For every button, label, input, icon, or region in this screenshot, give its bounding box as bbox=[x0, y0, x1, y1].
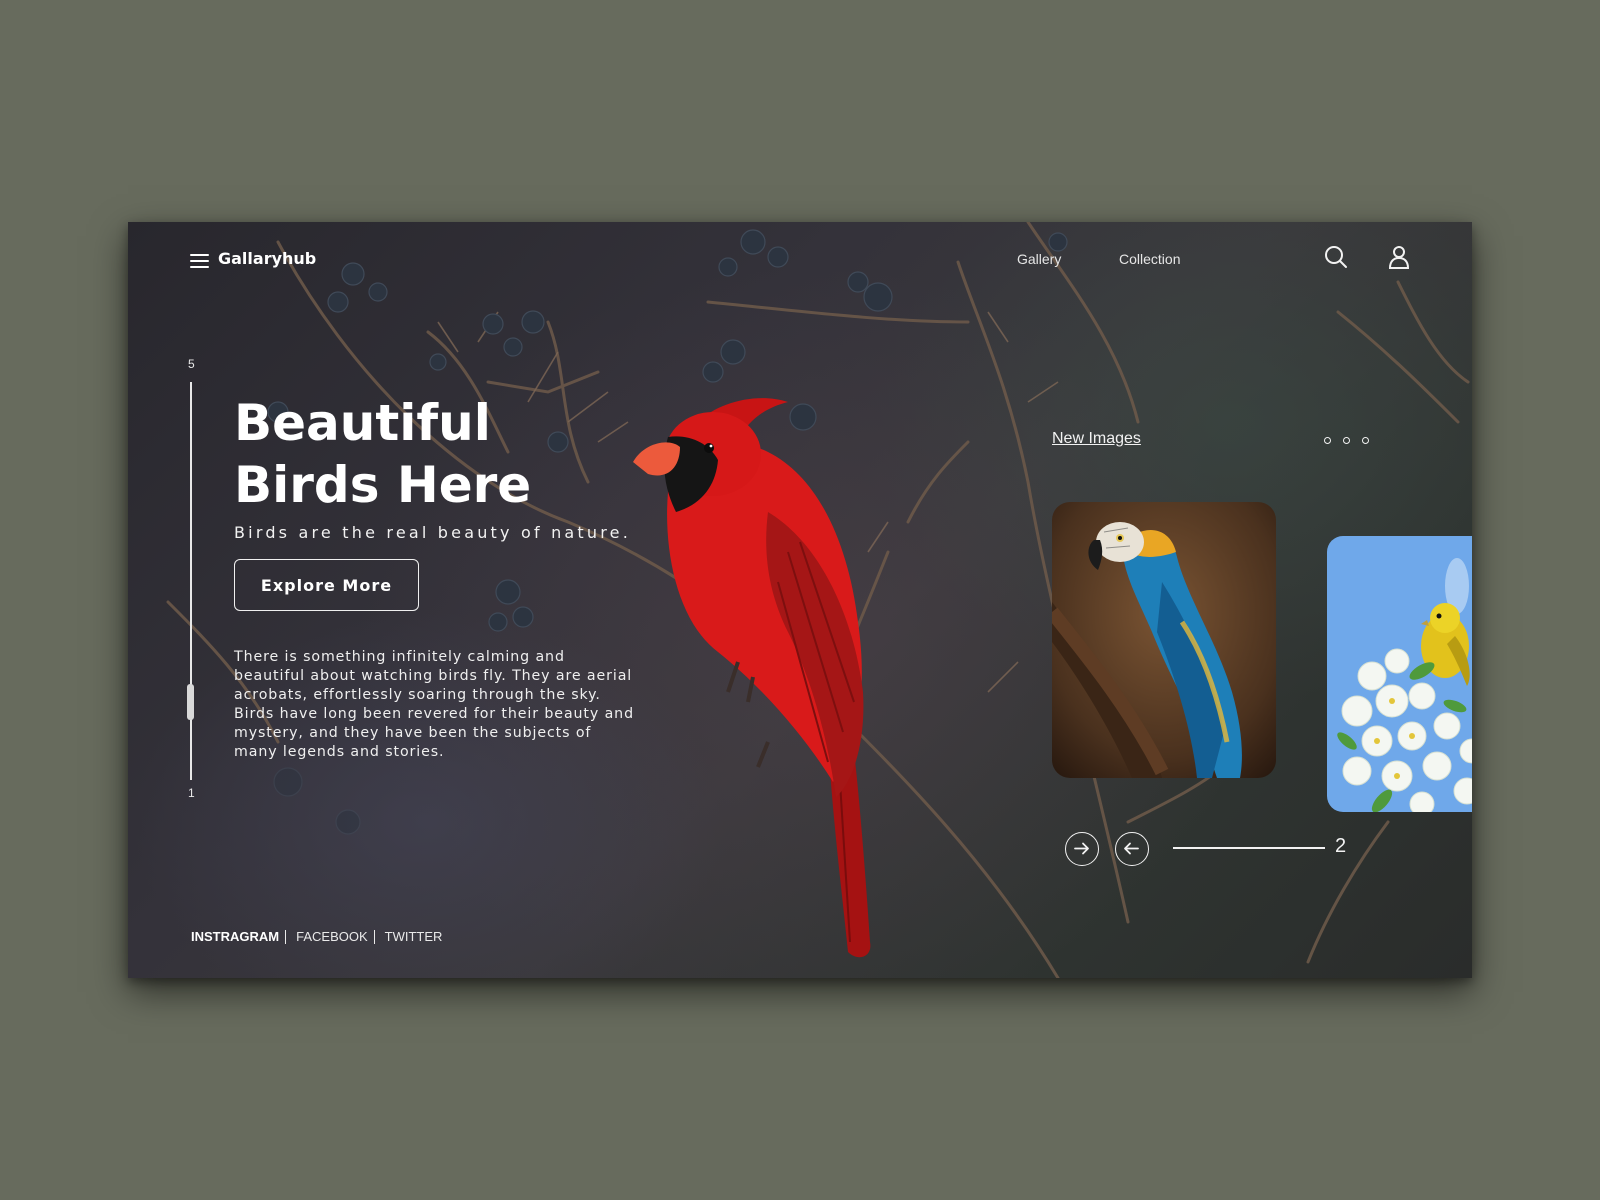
user-icon[interactable] bbox=[1386, 244, 1412, 270]
hero-title: Beautiful Birds Here bbox=[234, 392, 754, 516]
brand-logo[interactable]: Gallaryhub bbox=[218, 249, 316, 268]
search-icon[interactable] bbox=[1323, 244, 1349, 270]
gallery-card-yellow-bird[interactable] bbox=[1327, 536, 1472, 812]
nav-link-gallery[interactable]: Gallery bbox=[1017, 251, 1061, 267]
menu-line bbox=[190, 254, 209, 256]
hero-subtitle: Birds are the real beauty of nature. bbox=[234, 523, 632, 542]
dot bbox=[1343, 437, 1350, 444]
social-link-facebook[interactable]: FACEBOOK bbox=[296, 929, 368, 944]
explore-more-button[interactable]: Explore More bbox=[234, 559, 419, 611]
dot bbox=[1362, 437, 1369, 444]
hero-title-line: Beautiful bbox=[234, 394, 491, 452]
social-links: INSTRAGRAM FACEBOOK TWITTER bbox=[191, 929, 442, 944]
menu-line bbox=[190, 260, 209, 262]
divider bbox=[285, 929, 287, 944]
vertical-slider-track[interactable] bbox=[190, 382, 192, 780]
hero-description: There is something infinitely calming an… bbox=[234, 649, 634, 760]
slider-top-label: 5 bbox=[188, 357, 195, 371]
pager-number: 2 bbox=[1335, 835, 1347, 857]
pager-progress-line bbox=[1173, 847, 1325, 849]
vertical-slider-thumb[interactable] bbox=[187, 684, 194, 720]
slider-bottom-label: 1 bbox=[188, 786, 195, 800]
more-options-icon[interactable] bbox=[1324, 437, 1369, 444]
hero-title-line: Birds Here bbox=[234, 456, 532, 514]
hamburger-icon[interactable] bbox=[190, 254, 209, 268]
menu-line bbox=[190, 266, 209, 268]
nav-link-collection[interactable]: Collection bbox=[1119, 251, 1180, 267]
dot bbox=[1324, 437, 1331, 444]
social-link-instagram[interactable]: INSTRAGRAM bbox=[191, 929, 279, 944]
divider bbox=[373, 929, 375, 944]
hero-frame: Gallaryhub Gallery Collection 5 1 Beauti… bbox=[128, 222, 1472, 978]
arrow-right-icon[interactable] bbox=[1065, 832, 1099, 866]
social-link-twitter[interactable]: TWITTER bbox=[385, 929, 443, 944]
arrow-left-icon[interactable] bbox=[1115, 832, 1149, 866]
new-images-link[interactable]: New Images bbox=[1052, 430, 1141, 448]
gallery-card-macaw[interactable] bbox=[1052, 502, 1276, 778]
